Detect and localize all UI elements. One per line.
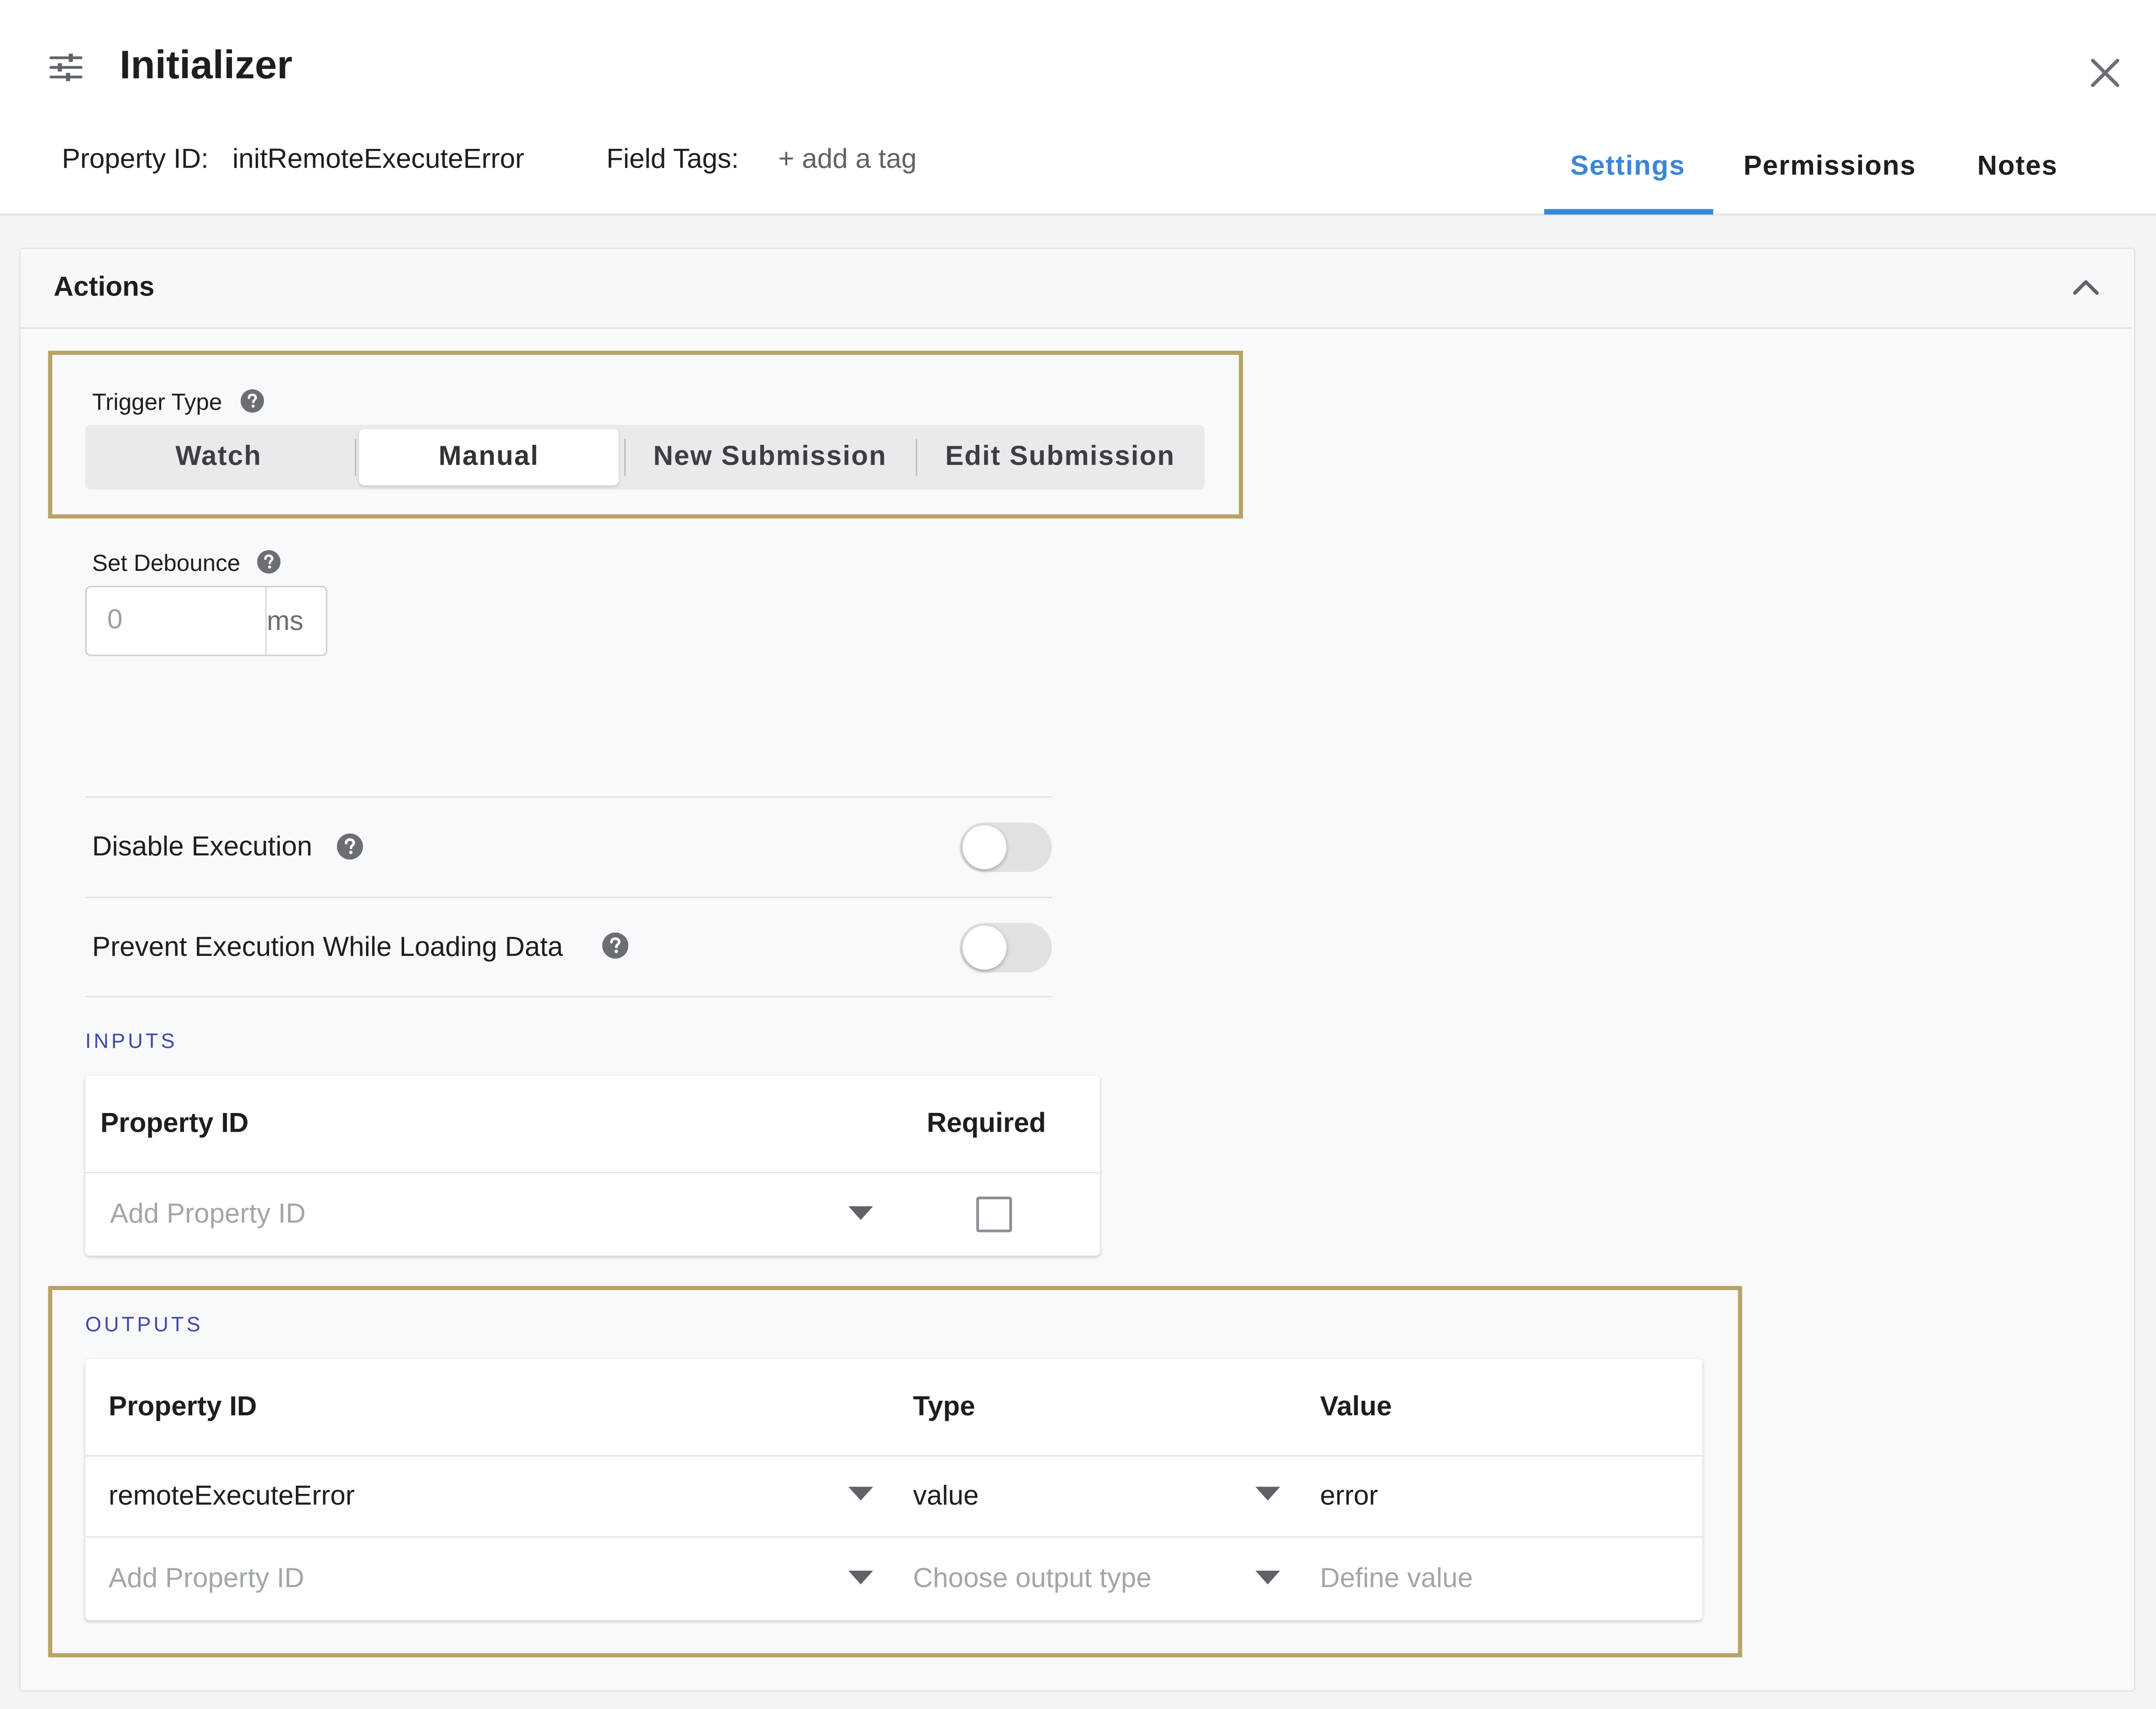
row-divider [85,1536,1703,1538]
outputs-heading: OUTPUTS [85,1313,203,1337]
inputs-heading: INPUTS [85,1030,178,1054]
disable-execution-toggle[interactable] [960,822,1052,872]
caret-down-icon[interactable] [1254,1485,1281,1502]
help-icon[interactable] [257,550,281,574]
segment-divider [915,438,917,476]
header-divider [0,213,2156,216]
property-id-label: Property ID: [62,144,209,175]
disable-execution-label: Disable Execution [92,832,312,863]
required-checkbox[interactable] [976,1196,1012,1233]
trigger-option-edit-submission[interactable]: Edit Submission [920,429,1200,485]
caret-down-icon[interactable] [1254,1569,1281,1586]
help-icon[interactable] [337,833,363,860]
actions-panel-header[interactable] [21,249,2131,329]
caret-down-icon[interactable] [847,1485,874,1502]
trigger-option-watch[interactable]: Watch [91,429,347,485]
segment-divider [624,438,626,476]
actions-title: Actions [53,272,155,303]
trigger-option-manual[interactable]: Manual [358,429,619,486]
inputs-property-select[interactable]: Add Property ID [110,1199,306,1231]
toggle-knob [962,925,1007,970]
caret-down-icon[interactable] [847,1205,874,1221]
divider [85,796,1052,798]
chevron-up-icon[interactable] [2071,275,2101,297]
inputs-col-property-id: Property ID [100,1108,249,1139]
dialog-title: Initializer [119,44,293,88]
prevent-execution-toggle[interactable] [960,923,1052,973]
help-icon[interactable] [241,389,264,413]
output-row-1-type[interactable]: value [913,1481,979,1513]
inputs-col-required: Required [926,1108,1046,1139]
set-debounce-label: Set Debounce [92,550,241,576]
tab-settings[interactable]: Settings [1570,151,1685,183]
outputs-col-type: Type [913,1392,975,1422]
debounce-unit: ms [267,607,304,637]
property-id-value: initRemoteExecuteError [232,144,525,175]
settings-sliders-icon [49,53,83,81]
outputs-col-value: Value [1320,1392,1392,1422]
output-row-1-property[interactable]: remoteExecuteError [109,1481,355,1513]
toggle-knob [962,825,1007,870]
caret-down-icon[interactable] [847,1569,874,1586]
tab-notes[interactable]: Notes [1977,151,2058,183]
active-tab-indicator [1544,209,1714,215]
debounce-input[interactable] [90,591,262,651]
close-icon[interactable] [2087,55,2123,90]
output-row-1-value[interactable]: error [1320,1481,1378,1513]
row-divider [85,1171,1100,1173]
trigger-type-label: Trigger Type [92,389,222,416]
add-tag-button[interactable]: + add a tag [778,144,916,176]
divider [85,996,1052,997]
help-icon[interactable] [602,932,629,959]
row-divider [85,1455,1703,1457]
field-tags-label: Field Tags: [606,144,739,175]
output-row-2-property[interactable]: Add Property ID [109,1564,305,1595]
output-row-2-type[interactable]: Choose output type [913,1564,1152,1595]
outputs-col-property-id: Property ID [108,1392,257,1422]
initializer-dialog: Initializer Property ID: initRemoteExecu… [0,0,2156,1709]
prevent-execution-label: Prevent Execution While Loading Data [92,932,563,963]
divider [85,897,1052,898]
trigger-option-new-submission[interactable]: New Submission [627,429,913,485]
output-row-2-value[interactable]: Define value [1320,1564,1473,1595]
tab-permissions[interactable]: Permissions [1744,151,1916,183]
segment-divider [354,438,356,476]
